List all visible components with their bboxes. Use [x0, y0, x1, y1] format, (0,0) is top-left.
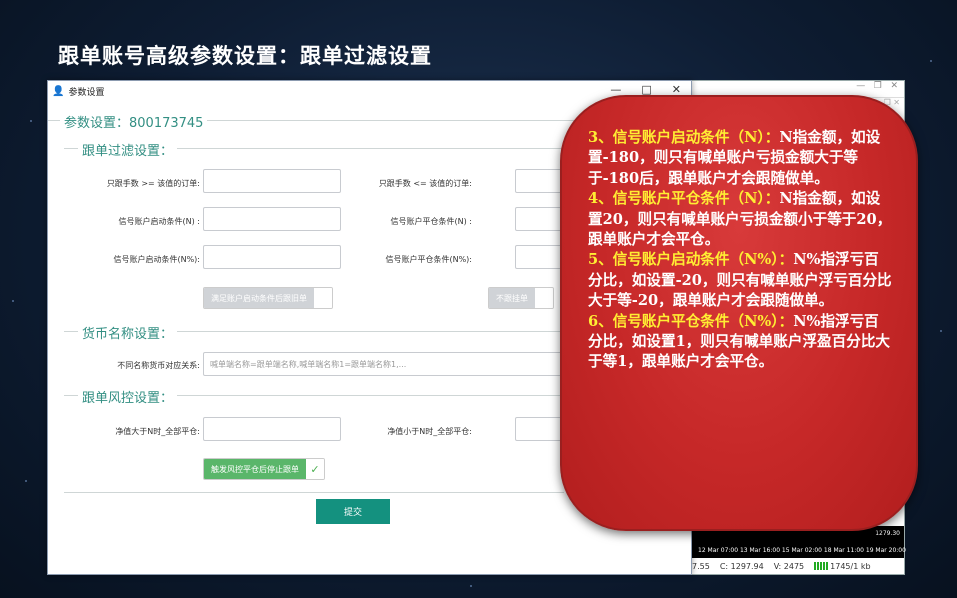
callout-item: 6、信号账户平仓条件（N%）：N%指浮亏百分比，如设置1，则只有喊单账户浮盈百分… [588, 312, 891, 371]
risk-stop-toggle[interactable]: 触发风控平仓后停止跟单 ✓ [203, 458, 325, 480]
start-cond-pct-label: 信号账户启动条件(N%): [113, 255, 200, 264]
close-cond-n-input[interactable] [515, 207, 565, 231]
no-pending-toggle[interactable]: 不跟挂单 [488, 287, 554, 309]
submit-button[interactable]: 提交 [316, 499, 390, 524]
follow-old-toggle[interactable]: 满足账户启动条件后跟旧单 [203, 287, 333, 309]
chart-price-label: 1279.30 [875, 530, 900, 537]
terminal-status-bar: 7.55 C: 1297.94 V: 2475 1745/1 kb [690, 558, 906, 574]
divider [64, 492, 564, 493]
chart-time-axis: 12 Mar 07:00 13 Mar 16:00 15 Mar 02:00 1… [698, 547, 906, 554]
account-label: 参数设置：800173745 [60, 112, 208, 131]
callout-item: 5、信号账户启动条件（N%）：N%指浮亏百分比，如设置-20，则只有喊单账户浮亏… [588, 251, 892, 310]
equity-below-input[interactable] [515, 417, 565, 441]
status-value: 7.55 [692, 561, 710, 571]
min-lots-label: 只跟手数 >= 该值的订单: [106, 179, 200, 188]
close-cond-pct-label: 信号账户平仓条件(N%): [385, 255, 472, 264]
close-cond-n-label: 信号账户平仓条件(N) : [390, 217, 472, 226]
section-filter-title: 跟单过滤设置： [78, 140, 178, 159]
toggle-label: 触发风控平仓后停止跟单 [204, 459, 306, 479]
toggle-knob [314, 288, 332, 308]
close-cond-pct-input[interactable] [515, 245, 565, 269]
minimize-button[interactable]: — [610, 83, 621, 96]
connection-bars-icon [814, 562, 829, 570]
callout-item: 4、信号账户平仓条件（N）：N指金额，如设置20，则只有喊单账户亏损金额小于等于… [588, 190, 892, 249]
dialog-title: 参数设置 [68, 87, 105, 98]
max-lots-input[interactable] [515, 169, 565, 193]
status-close-price: C: 1297.94 [719, 561, 764, 571]
start-cond-pct-input[interactable] [203, 245, 341, 269]
slide-title: 跟单账号高级参数设置：跟单过滤设置 [58, 44, 432, 68]
max-lots-label: 只跟手数 <= 该值的订单: [378, 179, 472, 188]
status-traffic: 1745/1 kb [814, 562, 871, 571]
equity-above-input[interactable] [203, 417, 341, 441]
toggle-label: 满足账户启动条件后跟旧单 [204, 288, 314, 308]
check-icon: ✓ [306, 459, 324, 479]
currency-map-label: 不同名称货币对应关系: [117, 361, 200, 370]
callout-text: 3、信号账户启动条件（N）：N指金额，如设置-180，则只有喊单账户亏损金额大于… [588, 128, 893, 373]
status-volume: V: 2475 [773, 561, 805, 571]
start-cond-n-input[interactable] [203, 207, 341, 231]
currency-map-input[interactable]: 喊单端名称=跟单端名称,喊单端名称1=跟单端名称1,... [203, 352, 565, 376]
dialog-titlebar: 👤 参数设置 — □ ✕ [48, 81, 691, 101]
user-icon: 👤 [52, 85, 65, 97]
min-lots-input[interactable] [203, 169, 341, 193]
section-currency-title: 货币名称设置： [78, 323, 178, 342]
callout-item: 3、信号账户启动条件（N）：N指金额，如设置-180，则只有喊单账户亏损金额大于… [588, 129, 881, 187]
start-cond-n-label: 信号账户启动条件(N) : [118, 217, 200, 226]
toggle-label: 不跟挂单 [489, 288, 535, 308]
equity-above-label: 净值大于N时_全部平仓: [115, 427, 200, 436]
toggle-knob [535, 288, 553, 308]
section-risk-title: 跟单风控设置： [78, 387, 178, 406]
equity-below-label: 净值小于N时_全部平仓: [387, 427, 472, 436]
